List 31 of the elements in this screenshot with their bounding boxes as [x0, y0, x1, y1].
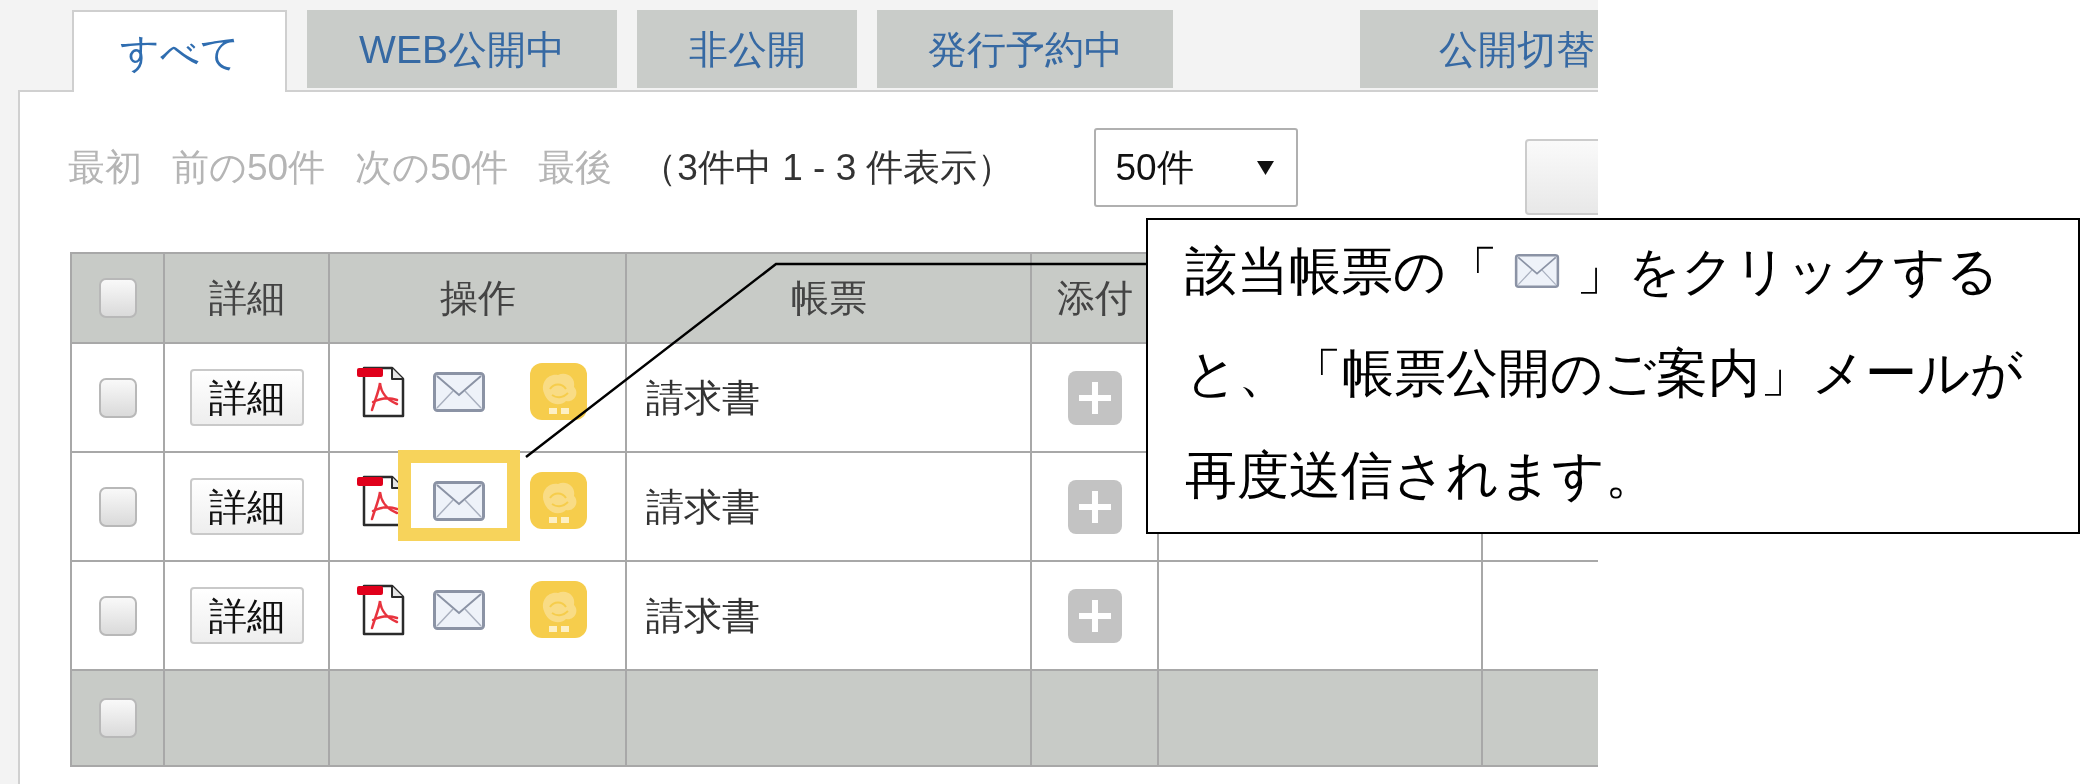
- detail-button[interactable]: 詳細: [189, 587, 304, 644]
- emblem-icon[interactable]: [530, 363, 587, 420]
- detail-button[interactable]: 詳細: [189, 478, 304, 535]
- callout-text: 該当帳票の「: [1185, 245, 1498, 297]
- page-size-select[interactable]: 50件: [1093, 128, 1298, 207]
- tab[interactable]: 発行予約中: [877, 10, 1173, 88]
- envelope-icon[interactable]: [432, 588, 486, 631]
- checkbox[interactable]: [98, 698, 137, 738]
- result-count-text: （3件中 1 - 3 件表示）: [640, 149, 1015, 186]
- callout-text: 再度送信されます。: [1185, 449, 1657, 501]
- tab[interactable]: 公開切替: [1360, 10, 1598, 88]
- tab[interactable]: WEB公開中: [307, 10, 617, 88]
- emblem-icon[interactable]: [530, 581, 587, 638]
- plus-icon[interactable]: [1067, 588, 1122, 643]
- envelope-icon[interactable]: [432, 370, 486, 413]
- plus-icon[interactable]: [1067, 370, 1122, 425]
- detail-button[interactable]: 詳細: [189, 369, 304, 426]
- checkbox[interactable]: [98, 278, 137, 318]
- envelope-icon[interactable]: [432, 479, 486, 522]
- caret-icon: [1256, 160, 1274, 175]
- checkbox[interactable]: [98, 377, 137, 418]
- tab[interactable]: すべて: [72, 10, 287, 92]
- callout-text: 」をクリックする: [1576, 245, 1999, 297]
- checkbox[interactable]: [98, 595, 137, 636]
- emblem-icon[interactable]: [530, 472, 587, 529]
- column-header: 帳票: [626, 253, 1031, 343]
- callout-text: と、「帳票公開のご案内」メールが: [1185, 347, 2023, 399]
- tab[interactable]: 非公開: [637, 10, 857, 88]
- plus-icon[interactable]: [1067, 479, 1122, 534]
- envelope-icon: [1514, 253, 1560, 289]
- checkbox[interactable]: [98, 486, 137, 527]
